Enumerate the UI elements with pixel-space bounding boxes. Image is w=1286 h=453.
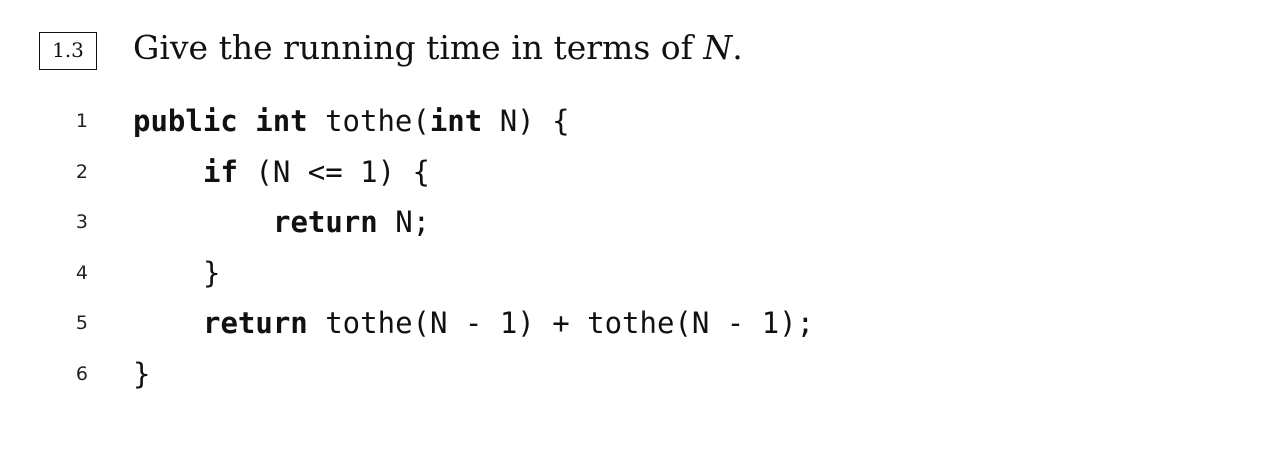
question-text: Give the running time in terms of N.: [133, 26, 743, 70]
code-keyword: int: [429, 104, 483, 138]
code-line: 6}: [0, 349, 1286, 400]
line-number: 5: [75, 312, 88, 335]
code-line: 3 return N;: [0, 197, 1286, 248]
code-line: 4}: [0, 248, 1286, 299]
line-number: 4: [75, 261, 88, 284]
code-line: 5 return tothe(N - 1) + tothe(N - 1);: [0, 298, 1286, 349]
code-token: (N <= 1) {: [237, 154, 430, 189]
line-number: 3: [75, 211, 88, 234]
code-keyword: return: [273, 205, 378, 240]
line-number: 6: [75, 362, 88, 385]
code-line: 1 public int tothe(int N) {: [0, 96, 1286, 147]
code-keyword: if: [203, 154, 238, 189]
code-keyword: public: [133, 104, 238, 138]
code-token: N;: [377, 205, 431, 240]
code-text: }: [133, 349, 150, 399]
code-text: }: [203, 248, 220, 298]
code-text: public int tothe(int N) {: [133, 96, 570, 146]
code-keyword: return: [203, 306, 308, 341]
line-number: 2: [75, 160, 88, 183]
code-token: tothe(: [307, 104, 430, 138]
code-token: N) {: [482, 104, 570, 138]
question-prefix: Give the running time in terms of: [133, 28, 704, 67]
problem-number: 1.3: [39, 32, 97, 70]
code-token: }: [203, 255, 221, 290]
question-variable: N: [703, 28, 733, 67]
code-token: }: [133, 356, 151, 391]
code-token: tothe(N - 1) + tothe(N - 1);: [307, 306, 815, 341]
code-keyword: int: [255, 104, 308, 138]
code-text: return N;: [273, 197, 430, 247]
code-line: 2 if (N <= 1) {: [0, 147, 1286, 198]
line-number: 1: [75, 110, 88, 132]
code-text: if (N <= 1) {: [203, 147, 430, 197]
code-listing: 1 public int tothe(int N) { 2 if (N <= 1) {…: [0, 96, 1286, 400]
question-suffix: .: [732, 28, 743, 67]
code-text: return tothe(N - 1) + tothe(N - 1);: [203, 298, 814, 348]
